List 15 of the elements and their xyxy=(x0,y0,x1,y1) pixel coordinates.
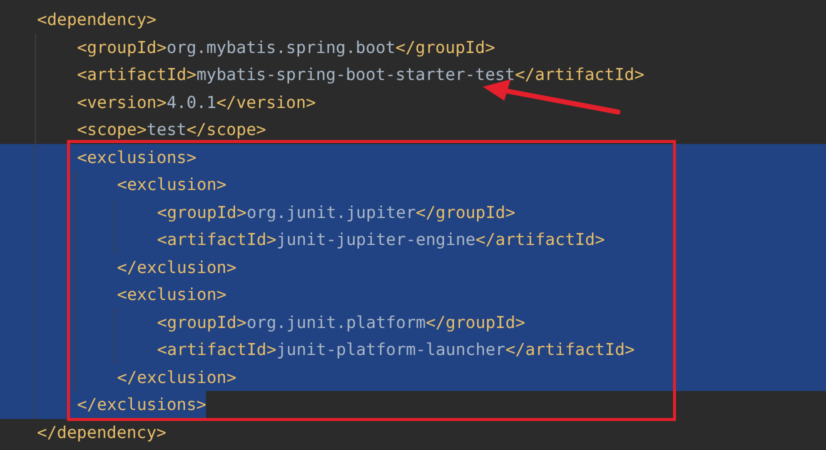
code-line: </exclusion> xyxy=(117,258,236,276)
code-line: <artifactId>mybatis-spring-boot-starter-test</artifactId> xyxy=(77,65,644,84)
code-line: <artifactId>junit-platform-launcher</artifactId> xyxy=(157,340,635,359)
code-line: <groupId>org.junit.jupiter</groupId> xyxy=(157,202,516,222)
code-line: <groupId>org.mybatis.spring.boot</groupId> xyxy=(77,38,496,56)
code-line: </exclusion> xyxy=(117,368,236,386)
code-line: <exclusion> xyxy=(117,175,226,194)
code-line: <version>4.0.1</version> xyxy=(77,92,316,112)
code-line: <artifactId>junit-jupiter-engine</artifactId> xyxy=(157,230,605,249)
code-line: <exclusion> xyxy=(117,285,226,304)
code-line: <groupId>org.junit.platform</groupId> xyxy=(157,312,526,332)
code-line: <dependency> xyxy=(37,10,156,29)
code-line: <scope>test</scope> xyxy=(77,120,266,139)
code-line: <exclusions> xyxy=(77,148,196,166)
code-line: </dependency> xyxy=(37,422,166,442)
